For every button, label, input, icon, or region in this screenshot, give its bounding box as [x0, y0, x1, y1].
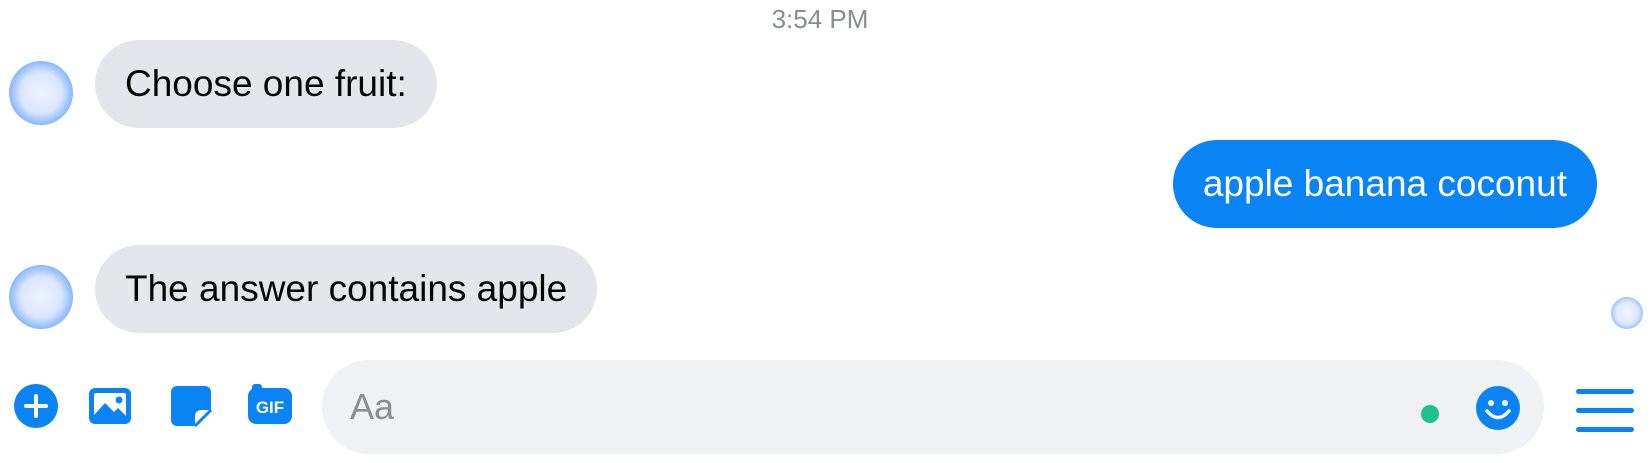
- contact-avatar[interactable]: [9, 265, 73, 329]
- outgoing-message-bubble[interactable]: apple banana coconut: [1172, 140, 1597, 228]
- gif-button[interactable]: GIF: [246, 382, 294, 430]
- online-status-dot: [1421, 405, 1439, 423]
- incoming-message-bubble[interactable]: Choose one fruit:: [95, 40, 437, 128]
- message-composer: GIF: [0, 358, 1652, 458]
- image-icon: [89, 388, 131, 424]
- gif-icon: GIF: [248, 384, 292, 424]
- emoji-button[interactable]: [1474, 384, 1522, 432]
- hamburger-menu-icon: [1576, 389, 1634, 432]
- message-input[interactable]: [350, 360, 1400, 454]
- add-attachment-button[interactable]: [12, 382, 60, 430]
- plus-icon: [14, 384, 58, 428]
- gif-label: GIF: [256, 398, 284, 417]
- sticker-icon: [171, 386, 213, 428]
- incoming-message-bubble[interactable]: The answer contains apple: [95, 245, 598, 333]
- menu-button[interactable]: [1574, 387, 1636, 435]
- message-input-container: [322, 360, 1544, 454]
- sticker-button[interactable]: [167, 382, 215, 430]
- contact-avatar[interactable]: [9, 61, 73, 125]
- smiley-icon: [1476, 386, 1520, 430]
- message-timestamp: 3:54 PM: [771, 4, 869, 34]
- seen-receipt-avatar: [1611, 297, 1643, 329]
- attach-image-button[interactable]: [86, 382, 134, 430]
